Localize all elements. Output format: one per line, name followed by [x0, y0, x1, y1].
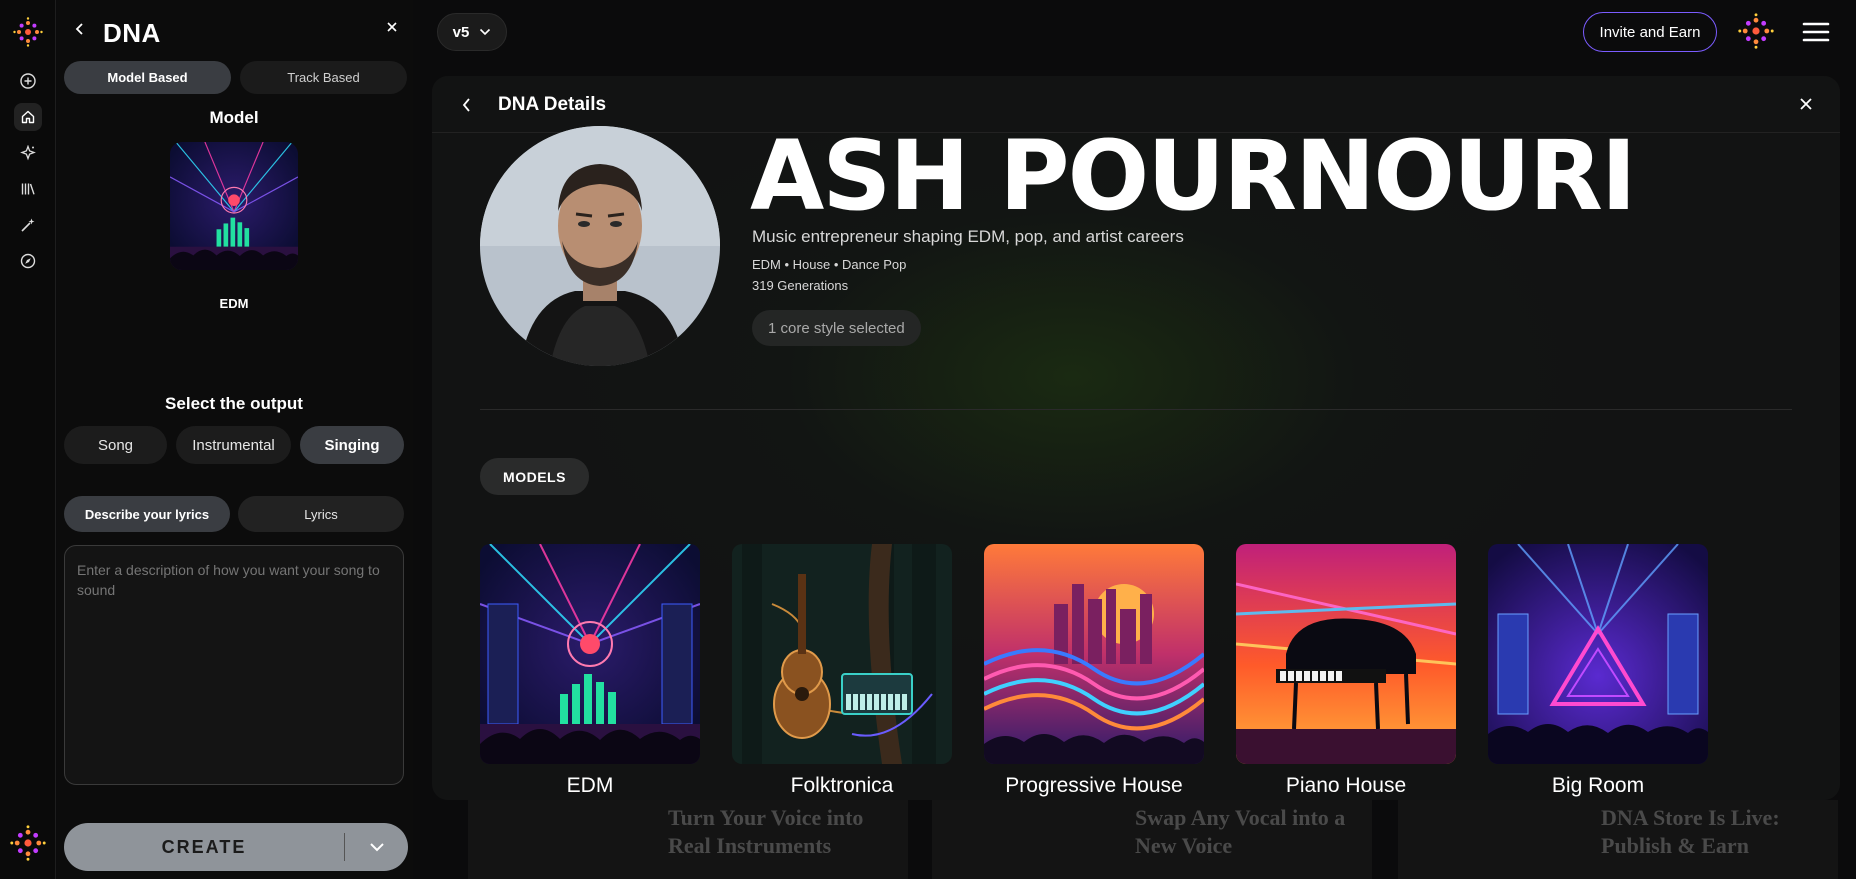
- model-card-name: Big Room: [1551, 774, 1645, 797]
- invite-earn-button[interactable]: Invite and Earn: [1583, 12, 1717, 52]
- promo-title: DNA Store Is Live: Publish & Earn: [1601, 805, 1780, 858]
- promo-card[interactable]: Swap Any Vocal into a New Voice: [932, 800, 1372, 879]
- tab-describe-lyrics[interactable]: Describe your lyrics: [64, 496, 230, 532]
- edm-artwork-icon: [480, 544, 700, 764]
- model-card-image: [984, 544, 1204, 764]
- home-nav-button[interactable]: [14, 103, 42, 131]
- promo-card[interactable]: Turn Your Voice into Real Instruments: [468, 800, 908, 879]
- create-button[interactable]: CREATE: [64, 823, 408, 871]
- left-rail: [0, 0, 56, 879]
- promo-card[interactable]: DNA Store Is Live: Publish & Earn: [1398, 800, 1838, 879]
- library-nav-button[interactable]: [14, 175, 42, 203]
- modal-back-icon[interactable]: [460, 96, 474, 114]
- model-card-image: [480, 544, 700, 764]
- app-logo-icon[interactable]: [13, 17, 43, 47]
- model-card-image: [1488, 544, 1708, 764]
- library-icon: [21, 183, 35, 195]
- version-value: v5: [452, 23, 470, 41]
- model-card[interactable]: Piano House: [1236, 544, 1456, 798]
- tab-lyrics[interactable]: Lyrics: [238, 496, 404, 532]
- create-nav-button[interactable]: [14, 67, 42, 95]
- tab-models[interactable]: MODELS: [480, 458, 589, 495]
- dna-details-modal: DNA Details ASH POURNOURI Music entrepre…: [432, 76, 1840, 800]
- edm-artwork-icon: [170, 142, 298, 270]
- artist-avatar: [480, 126, 720, 366]
- model-card-name: Piano House: [1285, 774, 1407, 797]
- sparkle-icon: [20, 145, 36, 161]
- panel-back-icon[interactable]: [73, 18, 87, 40]
- artist-name: ASH POURNOURI: [750, 120, 1637, 232]
- model-card[interactable]: Progressive House: [984, 544, 1204, 798]
- model-card-image: [1236, 544, 1456, 764]
- tab-model-based[interactable]: Model Based: [64, 61, 231, 94]
- chevron-down-icon: [369, 843, 384, 852]
- version-select[interactable]: v5: [437, 13, 507, 51]
- modal-close-icon[interactable]: [1798, 96, 1814, 112]
- modal-title: DNA Details: [498, 94, 607, 115]
- model-label: Model: [209, 108, 259, 127]
- explore-icon: [20, 253, 36, 269]
- model-card-name: EDM: [566, 774, 614, 797]
- model-card[interactable]: Big Room: [1488, 544, 1708, 798]
- artist-genres: EDM • House • Dance Pop: [752, 257, 907, 272]
- generation-count: 319 Generations: [752, 278, 849, 293]
- artist-bio: Music entrepreneur shaping EDM, pop, and…: [752, 227, 1184, 246]
- magic-icon: [21, 218, 35, 232]
- magic-nav-button[interactable]: [14, 211, 42, 239]
- output-label: Select the output: [165, 394, 303, 413]
- big-room-artwork-icon: [1488, 544, 1708, 764]
- panel-title: DNA: [103, 18, 161, 48]
- selected-model-name: EDM: [219, 296, 249, 311]
- core-style-badge[interactable]: 1 core style selected: [752, 310, 921, 346]
- home-icon: [21, 110, 35, 124]
- selected-model-image[interactable]: [170, 142, 298, 270]
- dna-panel: DNA Model Based Track Based Model EDM Se…: [57, 0, 413, 879]
- section-divider: [480, 409, 1792, 410]
- sparkle-nav-button[interactable]: [14, 139, 42, 167]
- output-singing[interactable]: Singing: [300, 426, 404, 464]
- model-card-name: Progressive House: [1005, 774, 1183, 797]
- create-options-button[interactable]: [345, 842, 408, 852]
- panel-close-icon[interactable]: [385, 20, 399, 34]
- output-instrumental[interactable]: Instrumental: [176, 426, 291, 464]
- folktronica-artwork-icon: [732, 544, 952, 764]
- user-avatar-icon[interactable]: [1738, 13, 1774, 49]
- output-song[interactable]: Song: [64, 426, 167, 464]
- description-input[interactable]: [64, 545, 404, 785]
- piano-house-artwork-icon: [1236, 544, 1456, 764]
- hamburger-menu-icon[interactable]: [1802, 20, 1830, 44]
- promo-title: Turn Your Voice into Real Instruments: [668, 805, 864, 858]
- add-icon: [20, 73, 36, 89]
- profile-logo-icon[interactable]: [10, 825, 46, 861]
- create-label: CREATE: [161, 836, 247, 857]
- promo-title: Swap Any Vocal into a New Voice: [1135, 805, 1346, 858]
- model-card-name: Folktronica: [790, 774, 894, 797]
- model-card[interactable]: Folktronica: [732, 544, 952, 798]
- model-card[interactable]: EDM: [480, 544, 700, 798]
- chevron-down-icon: [480, 28, 491, 36]
- model-card-image: [732, 544, 952, 764]
- explore-nav-button[interactable]: [14, 247, 42, 275]
- progressive-house-artwork-icon: [984, 544, 1204, 764]
- artist-portrait-icon: [480, 126, 720, 366]
- tab-track-based[interactable]: Track Based: [240, 61, 407, 94]
